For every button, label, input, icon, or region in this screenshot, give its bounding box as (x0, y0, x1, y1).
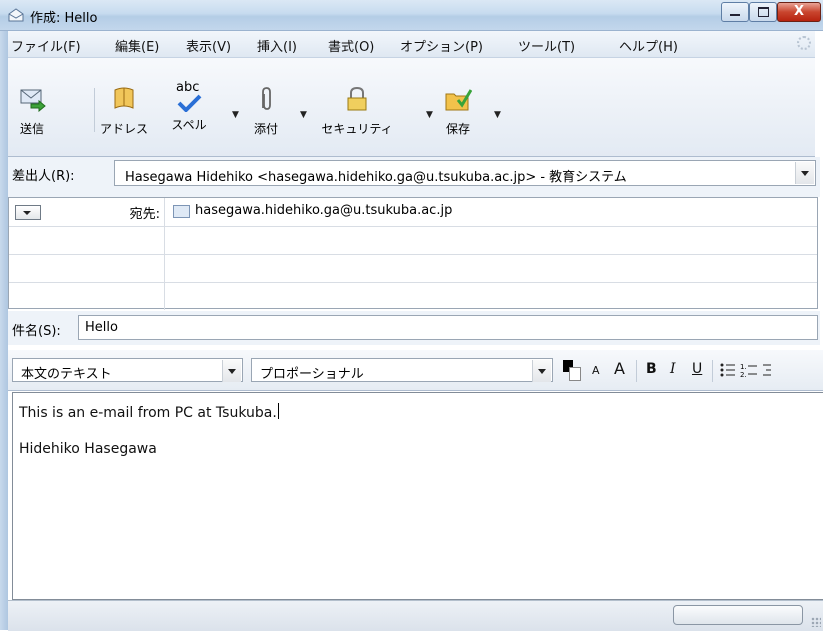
close-button[interactable]: X (777, 2, 821, 22)
body-line-2: Hidehiko Hasegawa (19, 441, 157, 457)
toolbar-separator (636, 360, 637, 382)
save-dropdown-arrow-icon[interactable]: ▼ (494, 110, 501, 120)
title-bar: 作成: Hello X (0, 0, 823, 31)
compose-window-icon (8, 8, 24, 22)
font-select[interactable]: プロポーショナル (251, 358, 553, 382)
status-bar (8, 600, 823, 631)
menu-help[interactable]: ヘルプ(H) (619, 36, 678, 55)
minimize-button[interactable] (721, 2, 749, 22)
text-caret (277, 403, 279, 419)
subject-label: 件名(S): (12, 324, 61, 339)
address-book-icon (114, 87, 134, 109)
paperclip-icon (262, 87, 271, 110)
attach-button[interactable]: 添付 (246, 86, 286, 137)
status-progress-panel (673, 605, 803, 625)
subject-input[interactable]: Hello (78, 315, 818, 340)
save-button[interactable]: 保存 (438, 86, 478, 137)
maximize-button[interactable] (749, 2, 777, 22)
bold-button[interactable]: B (646, 361, 657, 377)
attach-dropdown-arrow-icon[interactable]: ▼ (300, 110, 307, 120)
window-frame-left (0, 31, 8, 630)
spell-abc-text: abc (176, 80, 200, 95)
menu-bar: ファイル(F) 編集(E) 表示(V) 挿入(I) 書式(O) オプション(P)… (8, 31, 815, 58)
menu-format[interactable]: 書式(O) (328, 36, 374, 55)
text-color-button[interactable] (561, 358, 583, 382)
address-card-icon (173, 205, 190, 218)
from-account-select[interactable]: Hasegawa Hidehiko <hasegawa.hidehiko.ga@… (114, 160, 816, 186)
send-icon (20, 89, 46, 113)
paragraph-style-dropdown-arrow-icon[interactable] (222, 360, 241, 382)
from-label: 差出人(R): (12, 169, 75, 184)
address-book-label: アドレス (99, 122, 148, 136)
recipients-list: 宛先: hasegawa.hidehiko.ga@u.tsukuba.ac.jp (8, 197, 818, 310)
save-label: 保存 (445, 122, 470, 136)
save-folder-icon (445, 89, 473, 111)
menu-edit[interactable]: 編集(E) (115, 36, 159, 55)
font-dropdown-arrow-icon[interactable] (532, 360, 551, 382)
bulleted-list-icon[interactable] (720, 363, 736, 377)
attach-label: 添付 (253, 122, 278, 136)
resize-grip-icon[interactable] (811, 617, 821, 627)
padlock-icon (347, 86, 367, 111)
font-value: プロポーショナル (260, 367, 364, 382)
from-row: 差出人(R): Hasegawa Hidehiko <hasegawa.hide… (8, 157, 820, 197)
menu-options[interactable]: オプション(P) (400, 36, 483, 55)
send-button[interactable]: 送信 (14, 86, 50, 137)
spell-check-icon: abc (175, 80, 203, 112)
close-icon: X (793, 4, 805, 19)
from-dropdown-arrow-icon[interactable] (795, 162, 814, 184)
security-button[interactable]: セキュリティ (316, 86, 398, 137)
subject-row: 件名(S): Hello (8, 311, 820, 345)
minimize-icon (730, 14, 740, 16)
body-text: This is an e-mail from PC at Tsukuba. (19, 405, 277, 421)
address-book-button[interactable]: アドレス (92, 86, 156, 137)
maximize-icon (758, 7, 769, 17)
recipient-row[interactable] (9, 282, 817, 310)
paragraph-style-select[interactable]: 本文のテキスト (12, 358, 243, 382)
security-label: セキュリティ (321, 122, 393, 136)
recipient-type-cell (9, 254, 165, 282)
background-color-swatch (569, 367, 581, 381)
recipient-row[interactable]: 宛先: hasegawa.hidehiko.ga@u.tsukuba.ac.jp (9, 198, 817, 227)
toolbar-separator (712, 360, 713, 382)
security-dropdown-arrow-icon[interactable]: ▼ (426, 110, 433, 120)
menu-view[interactable]: 表示(V) (186, 36, 231, 55)
menu-insert[interactable]: 挿入(I) (257, 36, 297, 55)
underline-button[interactable]: U (692, 361, 702, 377)
indent-icon[interactable] (762, 362, 772, 378)
recipient-address[interactable]: hasegawa.hidehiko.ga@u.tsukuba.ac.jp (195, 203, 452, 218)
activity-throbber-icon (797, 36, 811, 50)
recipient-type-label: 宛先: (129, 207, 160, 222)
italic-button[interactable]: I (670, 361, 676, 377)
spell-check-label: スペル (171, 118, 207, 132)
recipient-type-cell (9, 282, 165, 310)
message-body-editor[interactable]: This is an e-mail from PC at Tsukuba. Hi… (12, 392, 823, 600)
larger-text-button[interactable]: A (614, 359, 625, 378)
recipient-row[interactable] (9, 226, 817, 255)
menu-file[interactable]: ファイル(F) (11, 36, 81, 55)
recipient-type-cell (9, 226, 165, 254)
body-line-1: This is an e-mail from PC at Tsukuba. (19, 403, 279, 421)
recipient-type-select[interactable]: 宛先: (9, 198, 165, 226)
from-account-value: Hasegawa Hidehiko <hasegawa.hidehiko.ga@… (125, 170, 627, 185)
recipient-row[interactable] (9, 254, 817, 283)
formatting-toolbar: 本文のテキスト プロポーショナル A A B I U 1. 2. (8, 350, 823, 391)
spell-dropdown-arrow-icon[interactable]: ▼ (232, 110, 239, 120)
smaller-text-button[interactable]: A (592, 364, 600, 377)
window-title: 作成: Hello (30, 11, 98, 26)
svg-text:2.: 2. (740, 371, 747, 378)
numbered-list-icon[interactable]: 1. 2. (740, 362, 758, 378)
compose-toolbar: 送信 アドレス abc スペル ▼ 添付 ▼ セキュリティ ▼ 保存 ▼ (8, 58, 815, 157)
paragraph-style-value: 本文のテキスト (21, 367, 112, 382)
recipient-type-dropdown-icon[interactable] (15, 205, 41, 220)
spell-check-button[interactable]: abc スペル (160, 80, 218, 133)
checkmark-icon (177, 94, 202, 112)
send-label: 送信 (19, 122, 44, 136)
svg-text:1.: 1. (740, 363, 747, 371)
menu-tools[interactable]: ツール(T) (518, 36, 575, 55)
